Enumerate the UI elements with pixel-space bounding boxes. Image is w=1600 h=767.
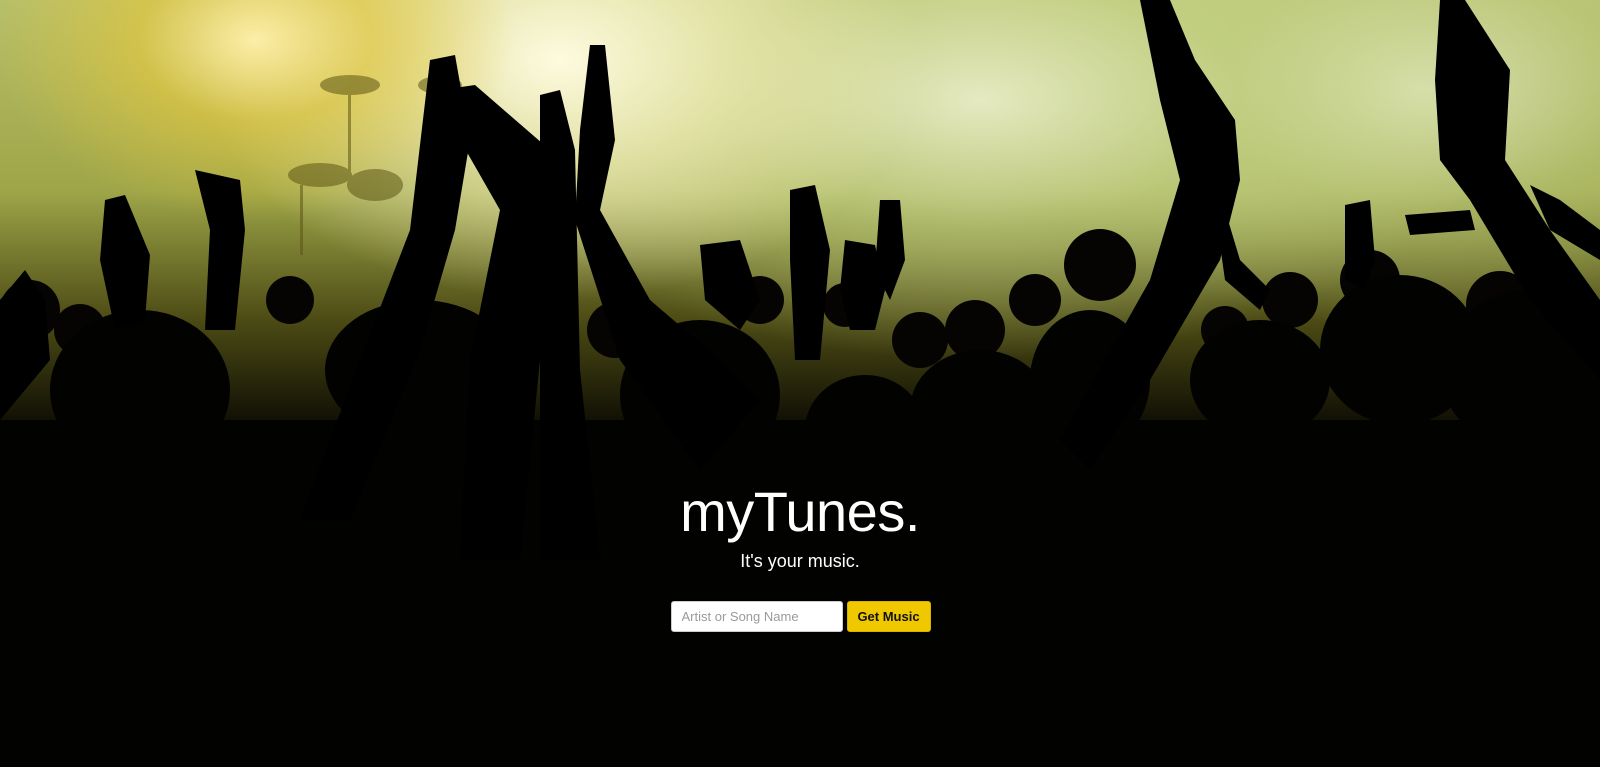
search-form: Get Music <box>0 601 1600 632</box>
concert-crowd-background <box>0 0 1600 767</box>
search-input[interactable] <box>670 601 843 632</box>
brand-tagline: It's your music. <box>740 551 860 571</box>
hero-section: myTunes. It's your music. Get Music <box>0 0 1600 767</box>
brand-title: myTunes. <box>680 480 920 543</box>
get-music-button[interactable]: Get Music <box>846 601 931 632</box>
hero-content: myTunes. It's your music. Get Music <box>0 478 1600 632</box>
